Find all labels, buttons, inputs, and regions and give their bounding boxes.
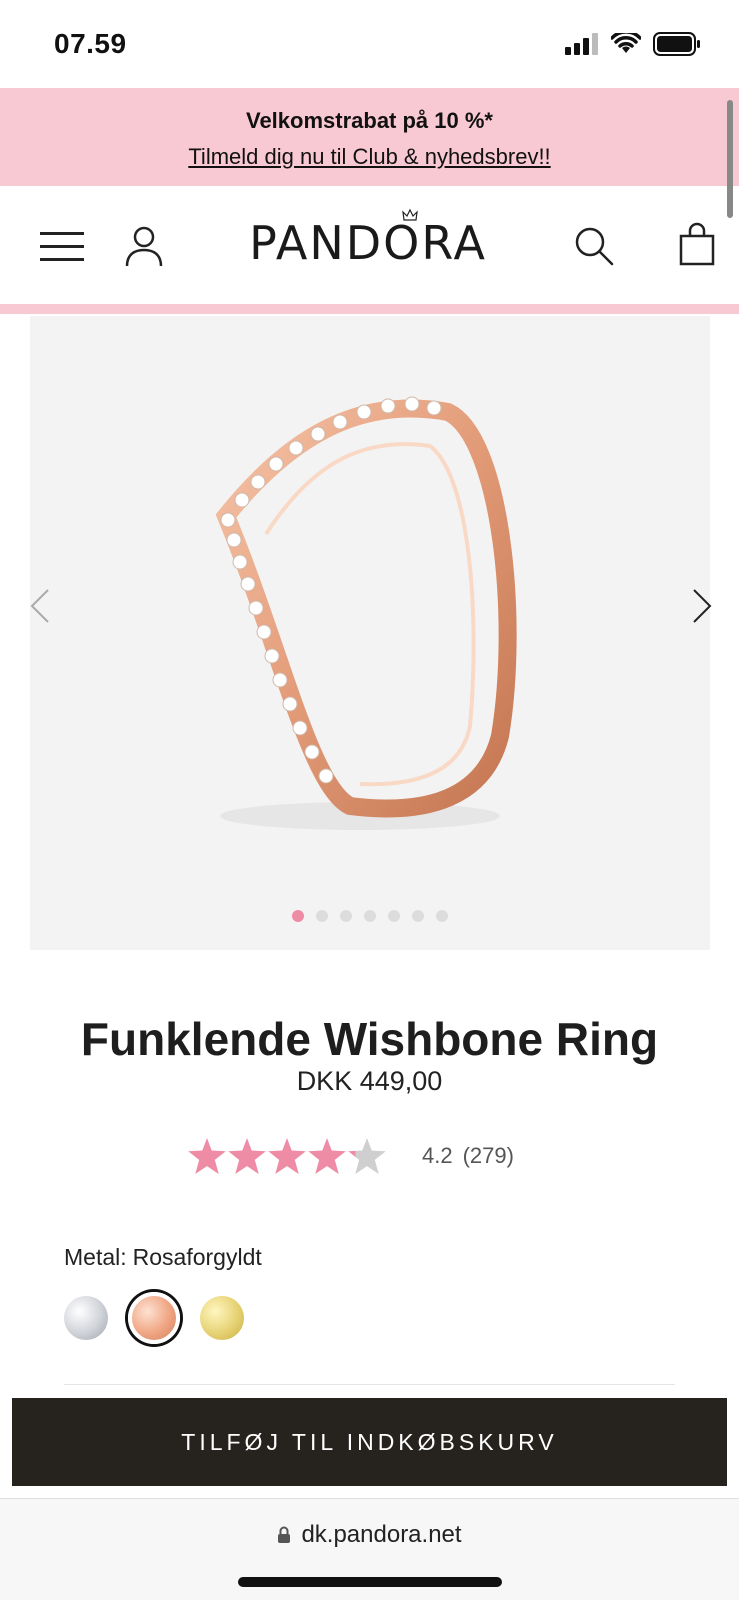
signal-icon xyxy=(565,33,598,55)
search-icon[interactable] xyxy=(574,226,614,266)
gallery-dot[interactable] xyxy=(363,910,376,922)
product-image[interactable] xyxy=(30,316,710,950)
product-title: Funklende Wishbone Ring xyxy=(80,1013,659,1065)
rating-value: 4.2 xyxy=(422,1143,453,1168)
metal-label-text: Metal: xyxy=(64,1244,127,1270)
swatch-silver[interactable] xyxy=(64,1296,108,1340)
browser-bar: dk.pandora.net xyxy=(0,1498,739,1600)
url-bar[interactable]: dk.pandora.net xyxy=(0,1521,739,1549)
status-bar: 07.59 xyxy=(0,0,739,88)
star-icon xyxy=(228,1138,266,1174)
pandora-logo[interactable]: PANDORA xyxy=(228,208,508,276)
metal-swatches xyxy=(64,1292,244,1344)
gallery-dot[interactable] xyxy=(411,910,424,922)
ring-image xyxy=(215,396,517,830)
gallery-pagination xyxy=(0,910,739,922)
product-price: DKK 449,00 xyxy=(296,1066,443,1096)
swatch-gold[interactable] xyxy=(200,1296,244,1340)
url-text: dk.pandora.net xyxy=(301,1521,462,1548)
star-icon xyxy=(348,1138,386,1174)
shopping-bag-icon[interactable] xyxy=(678,222,716,266)
rating-stars xyxy=(188,1138,386,1174)
header-divider xyxy=(0,304,739,314)
wifi-icon xyxy=(611,33,641,53)
star-icon xyxy=(188,1138,226,1174)
promo-signup-link[interactable]: Tilmeld dig nu til Club & nyhedsbrev!! xyxy=(0,144,739,170)
scroll-indicator xyxy=(727,100,733,218)
menu-icon[interactable] xyxy=(40,232,84,262)
lock-icon xyxy=(278,1526,291,1543)
gallery-dot[interactable] xyxy=(435,910,448,922)
add-to-cart-button[interactable]: TILFØJ TIL INDKØBSKURV xyxy=(12,1398,727,1486)
status-icons xyxy=(565,32,701,56)
product-rating[interactable]: 4.2 (279) xyxy=(188,1138,514,1174)
gallery-dot[interactable] xyxy=(315,910,328,922)
star-icon xyxy=(308,1138,346,1174)
gallery-dot[interactable] xyxy=(339,910,352,922)
promo-title: Velkomstrabat på 10 %* xyxy=(245,108,493,133)
status-time: 07.59 xyxy=(54,28,127,59)
account-icon[interactable] xyxy=(124,224,164,268)
gallery-dot[interactable] xyxy=(291,910,304,922)
divider xyxy=(64,1384,675,1385)
promo-banner: Velkomstrabat på 10 %* Tilmeld dig nu ti… xyxy=(0,88,739,186)
metal-label: Metal: Rosaforgyldt xyxy=(64,1244,262,1271)
swatch-rose-gold[interactable] xyxy=(128,1292,180,1344)
gallery-next-arrow-icon[interactable] xyxy=(690,586,714,626)
site-header: PANDORA xyxy=(0,186,739,304)
gallery-prev-arrow-icon[interactable] xyxy=(28,586,52,626)
battery-icon xyxy=(653,32,700,56)
metal-value: Rosaforgyldt xyxy=(132,1244,262,1270)
gallery-dot[interactable] xyxy=(387,910,400,922)
rating-count[interactable]: (279) xyxy=(463,1143,514,1169)
logo-text: PANDORA xyxy=(249,216,487,270)
star-icon xyxy=(268,1138,306,1174)
home-indicator[interactable] xyxy=(238,1577,502,1587)
